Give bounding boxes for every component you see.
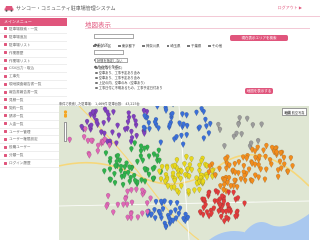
car-logo-icon xyxy=(4,6,14,12)
map-canvas[interactable] xyxy=(59,106,309,240)
zoom-slider[interactable] xyxy=(64,122,67,142)
menu-bullet-icon xyxy=(4,129,7,133)
logout-link[interactable]: ログアウト ▶ xyxy=(278,5,302,11)
sidebar: メインメニュー 駐車場検索・一覧 駐車場追加 駐車場リスト 作業履歴 作業場リス… xyxy=(0,18,67,240)
menu-bullet-icon xyxy=(4,27,7,31)
menu-bullet-icon xyxy=(4,66,7,70)
area-checkbox-tokyo23[interactable]: 東京23区 xyxy=(93,44,114,48)
menu-bullet-icon xyxy=(4,161,7,165)
sidebar-item-invoices[interactable]: 請求一覧 xyxy=(0,113,67,121)
sidebar-item-payments[interactable]: 入金一覧 xyxy=(0,121,67,129)
app-title: サンコー・コミュニティ駐車場管理システム xyxy=(16,6,116,12)
sidebar-item-work-history[interactable]: 作業履歴 xyxy=(0,50,67,58)
area-checkbox-other[interactable]: その他 xyxy=(208,44,225,48)
map-view[interactable]: 地図 航空写真 xyxy=(59,106,309,240)
map-type-map[interactable]: 地図 xyxy=(284,111,290,115)
area-checkbox-tokyo[interactable]: 東京都下 xyxy=(118,44,138,48)
menu-bullet-icon xyxy=(4,43,7,47)
menu-bullet-icon xyxy=(4,114,7,118)
area-checkbox-saitama[interactable]: 埼玉県 xyxy=(166,44,184,48)
area-checkbox-row: 東京23区 東京都下 神奈川県 埼玉県 千葉県 その他 xyxy=(93,43,228,48)
menu-bullet-icon xyxy=(4,106,7,110)
sidebar-item-reports[interactable]: 報告書報告書一覧 xyxy=(0,89,67,98)
sidebar-item-parking-list[interactable]: 駐車場リスト xyxy=(0,42,67,50)
sidebar-item-parking-search[interactable]: 駐車場検索・一覧 xyxy=(0,26,67,34)
sidebar-item-contractor[interactable]: 工事先 xyxy=(0,73,67,82)
menu-bullet-icon xyxy=(4,58,7,62)
menu-bullet-icon xyxy=(4,137,7,141)
menu-bullet-icon xyxy=(4,153,7,157)
sidebar-item-csv[interactable]: CSV出力・取込 xyxy=(0,65,67,74)
sidebar-item-survey-reports[interactable]: 現地調査報告書一覧 xyxy=(0,81,67,90)
sidebar-item-users[interactable]: ユーザー管理 xyxy=(0,129,67,137)
status-select[interactable]: 状態を指定しない xyxy=(95,58,128,63)
sidebar-item-parking-add[interactable]: 駐車場追加 xyxy=(0,34,67,42)
map-type-toggle[interactable]: 地図 航空写真 xyxy=(281,108,307,117)
area-checkbox-kanagawa[interactable]: 神奈川県 xyxy=(142,44,162,48)
condition-radio-unknown-date[interactable]: 工事日付に不明あるもの、工事予定日付あり xyxy=(95,85,163,90)
sidebar-item-login-history[interactable]: ログイン履歴 xyxy=(0,160,67,169)
sidebar-item-user-permissions[interactable]: ユーザー権限設定 xyxy=(0,136,67,145)
menu-bullet-icon xyxy=(4,98,7,102)
menu-bullet-icon xyxy=(4,122,7,126)
owner-input[interactable] xyxy=(94,50,124,55)
street-view-pegman-icon[interactable] xyxy=(62,110,69,120)
sidebar-item-work-list[interactable]: 作業場リスト xyxy=(0,58,67,66)
map-type-satellite[interactable]: 航空写真 xyxy=(292,111,305,115)
sidebar-header: メインメニュー xyxy=(0,18,67,26)
show-map-button[interactable]: 地図を表示する xyxy=(245,88,273,94)
menu-bullet-icon xyxy=(4,74,7,78)
menu-bullet-icon xyxy=(4,82,7,86)
parking-name-input[interactable] xyxy=(94,34,134,39)
sidebar-item-categories[interactable]: 分類一覧 xyxy=(0,152,67,161)
sidebar-item-role-users[interactable]: 役職ユーザー xyxy=(0,144,67,153)
title-divider xyxy=(85,28,310,29)
top-bar: サンコー・コミュニティ駐車場管理システム ログアウト ▶ xyxy=(0,0,320,16)
sidebar-item-estimates[interactable]: 見積一覧 xyxy=(0,97,67,105)
menu-bullet-icon xyxy=(4,145,7,149)
search-current-area-button[interactable]: 現在表示エリアを検索 xyxy=(230,35,288,41)
menu-bullet-icon xyxy=(4,51,7,55)
menu-bullet-icon xyxy=(4,90,7,94)
area-checkbox-chiba[interactable]: 千葉県 xyxy=(187,44,204,48)
sidebar-item-contracts[interactable]: 契約一覧 xyxy=(0,105,67,113)
menu-bullet-icon xyxy=(4,35,7,39)
